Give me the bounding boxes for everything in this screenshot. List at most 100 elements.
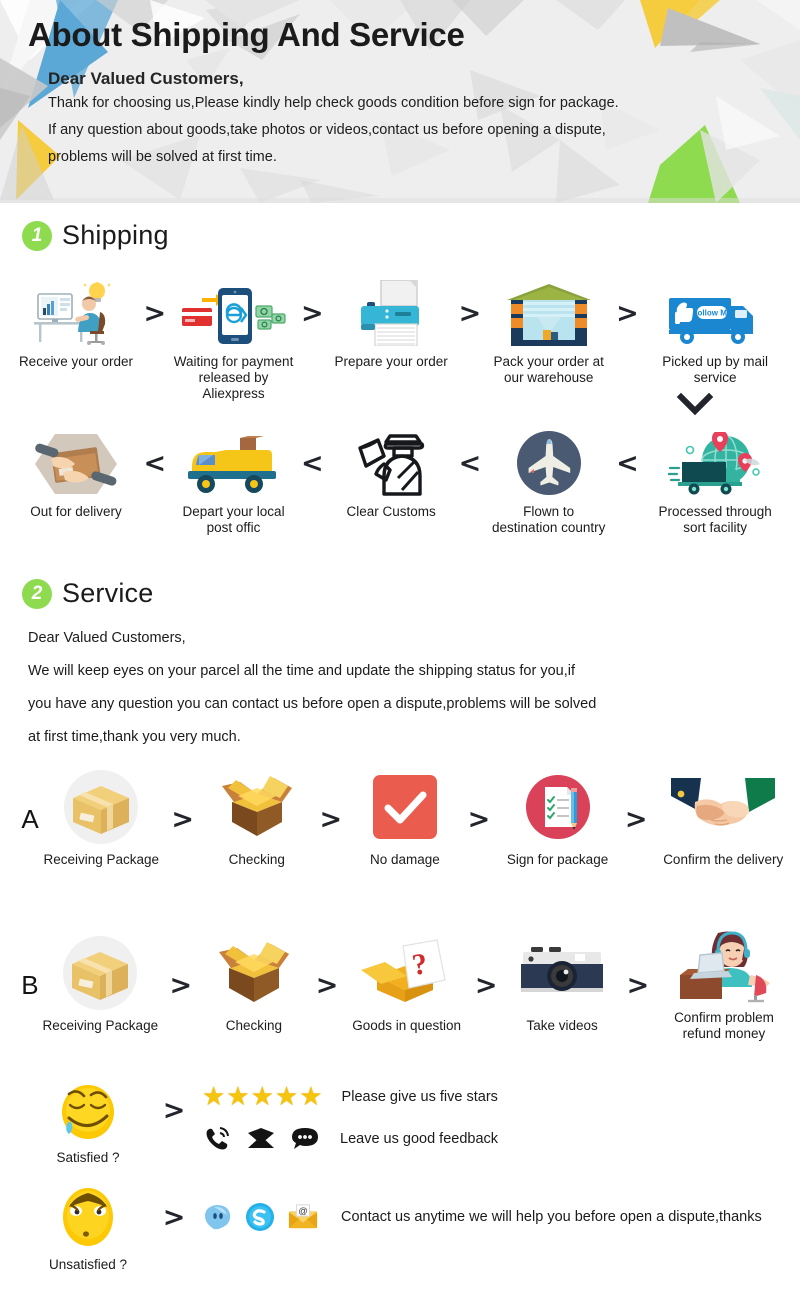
row-label-b: B (21, 969, 39, 1000)
service-step-checking-a: Checking (205, 770, 309, 868)
globe-truck-sort-facility-icon (668, 430, 762, 496)
flow-chevron-right-icon: > (624, 803, 648, 835)
shipping-step-caption: Depart your local post offic (182, 504, 285, 535)
flow-chevron-right-icon: > (169, 969, 193, 1001)
flow-chevron-right-icon: > (616, 297, 639, 329)
unsatisfied-face-group: Unsatisfied ? (30, 1185, 146, 1273)
flow-chevron-left-icon: < (143, 447, 167, 479)
section-heading-service: 2 Service (22, 578, 153, 609)
shipping-step-pack-warehouse: Pack your order at our warehouse (487, 280, 611, 386)
service-step-sign-for-package: Sign for package (501, 770, 614, 868)
shipping-step-caption: Picked up by mail service (662, 354, 769, 385)
svg-text:Follow Me: Follow Me (693, 309, 732, 318)
camera-icon (519, 936, 605, 1010)
service-step-caption: Take videos (526, 1018, 598, 1033)
email-at-icon[interactable]: @ (288, 1202, 318, 1232)
unsatisfied-smiley-icon (57, 1185, 119, 1249)
section-number-badge: 2 (22, 578, 52, 609)
closed-carton-box-icon (51, 770, 151, 844)
flow-chevron-right-icon: > (315, 969, 339, 1001)
hands-packing-box-icon (33, 430, 119, 496)
row-label-a: A (21, 803, 39, 834)
flow-chevron-left-icon: < (301, 447, 324, 479)
section-title-shipping: Shipping (62, 220, 169, 250)
service-step-caption: Receiving Package (42, 1018, 159, 1033)
five-stars-line[interactable]: ★★★★★ Please give us five stars (202, 1084, 498, 1110)
five-stars-icon[interactable]: ★★★★★ (202, 1084, 324, 1110)
satisfied-caption: Satisfied ? (56, 1150, 120, 1165)
service-step-receiving-package-a: Receiving Package (42, 770, 160, 868)
shipping-step-flown-destination: Flown to destination country (487, 430, 611, 536)
header-line-1: Thank for choosing us,Please kindly help… (48, 95, 619, 111)
service-flow-row-a: A Receiving Package > Checking > No dama… (18, 770, 788, 868)
closed-carton-box-icon (50, 936, 150, 1010)
flow-chevron-down-icon (676, 392, 714, 421)
customer-service-agent-icon (672, 928, 776, 1003)
open-carton-box-icon (215, 936, 293, 1010)
flow-chevron-right-icon: > (162, 1094, 186, 1126)
service-step-caption: Checking (228, 852, 285, 867)
page-header: About Shipping And Service Dear Valued C… (0, 0, 800, 203)
service-step-caption: No damage (369, 852, 440, 867)
flow-chevron-left-icon: < (458, 447, 482, 479)
shipping-step-prepare-order: Prepare your order (329, 280, 453, 370)
service-step-take-videos: Take videos (508, 936, 616, 1034)
header-line-3: problems will be solved at first time. (48, 149, 277, 165)
shipping-flow-row-1: Receive your order > Waiting for payment… (14, 280, 786, 402)
shipping-step-waiting-payment: Waiting for payment released by Aliexpre… (172, 280, 296, 402)
shipping-step-sort-facility: Processed through sort facility (644, 430, 786, 536)
flow-chevron-right-icon: > (458, 297, 482, 329)
feedback-block-unsatisfied: Unsatisfied ? > @ Contact us anytime we … (30, 1185, 762, 1273)
service-step-caption: Receiving Package (43, 852, 160, 867)
shipping-step-clear-customs: Clear Customs (329, 430, 453, 520)
phone-ring-icon[interactable] (202, 1124, 232, 1154)
service-step-receiving-package-b: Receiving Package (42, 936, 159, 1034)
aliexpress-messenger-icon[interactable] (202, 1202, 232, 1232)
header-line-2: If any question about goods,take photos … (48, 122, 606, 138)
airplane-circle-icon (516, 430, 582, 496)
chat-bubble-icon[interactable] (290, 1124, 320, 1154)
service-paragraph-line-2: you have any question you can contact us… (28, 696, 597, 712)
printer-icon (353, 280, 429, 346)
satisfied-smiley-icon (57, 1078, 119, 1142)
sign-document-checklist-icon (525, 770, 591, 844)
person-at-desk-computer-icon (33, 280, 118, 346)
flow-chevron-right-icon: > (474, 969, 498, 1001)
service-step-checking-b: Checking (203, 936, 305, 1034)
messenger-icons-line: @ Contact us anytime we will help you be… (202, 1185, 762, 1249)
question-mark-box-icon: ? (359, 936, 455, 1010)
service-step-caption: Checking (225, 1018, 283, 1033)
service-intro-text: Dear Valued Customers, We will keep eyes… (0, 622, 800, 754)
service-step-caption: Sign for package (506, 852, 609, 867)
flow-chevron-right-icon: > (162, 1201, 186, 1233)
shipping-step-picked-up: Follow Me Picked up by mail service (644, 280, 786, 386)
open-carton-box-icon (218, 770, 296, 844)
customs-officer-icon (354, 430, 428, 496)
skype-icon[interactable] (245, 1202, 275, 1232)
service-greeting: Dear Valued Customers, (28, 630, 186, 646)
shipping-step-caption: Waiting for payment released by Aliexpre… (173, 354, 294, 401)
shipping-step-caption: Clear Customs (346, 504, 436, 519)
yellow-van-parcels-icon (187, 430, 280, 496)
feedback-lines: ★★★★★ Please give us five stars Leave us… (202, 1078, 498, 1154)
flow-chevron-right-icon: > (467, 803, 491, 835)
red-checkmark-icon (372, 770, 437, 844)
unsatisfied-caption: Unsatisfied ? (48, 1257, 128, 1272)
feedback-block-satisfied: Satisfied ? > ★★★★★ Please give us five … (30, 1078, 498, 1166)
shipping-step-receive-order: Receive your order (14, 280, 138, 370)
shipping-step-caption: Out for delivery (30, 504, 122, 519)
service-flow-row-b: B Receiving Package > Checking > ? Goods… (18, 928, 788, 1042)
page-title: About Shipping And Service (28, 16, 465, 53)
contact-icons-line: Leave us good feedback (202, 1124, 498, 1154)
flow-chevron-right-icon: > (319, 803, 343, 835)
section-heading-shipping: 1 Shipping (22, 220, 169, 251)
service-step-caption: Confirm problem refund money (674, 1010, 774, 1041)
promo-banner-page: About Shipping And Service Dear Valued C… (0, 0, 800, 1299)
envelope-icon[interactable] (246, 1124, 276, 1154)
service-step-no-damage: No damage (353, 770, 457, 868)
shipping-step-caption: Flown to destination country (492, 504, 606, 535)
unsatisfied-text: Contact us anytime we will help you befo… (341, 1209, 762, 1225)
shipping-step-caption: Pack your order at our warehouse (493, 354, 604, 385)
flow-chevron-right-icon: > (171, 803, 195, 835)
service-paragraph-line-1: We will keep eyes on your parcel all the… (28, 663, 576, 679)
